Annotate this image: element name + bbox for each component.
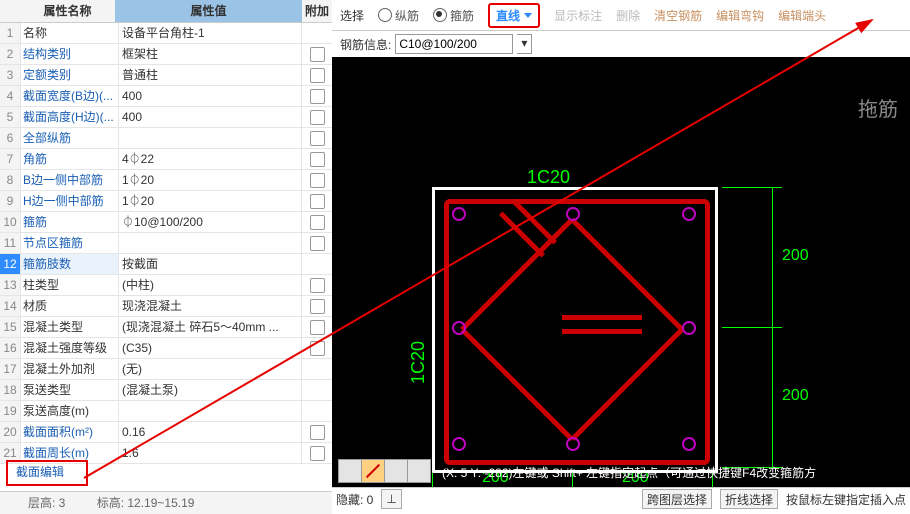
extra-checkbox[interactable]	[310, 131, 325, 146]
property-row[interactable]: 5截面高度(H边)(...400	[0, 107, 332, 128]
canvas-tool-strip	[338, 459, 430, 483]
extra-checkbox[interactable]	[310, 47, 325, 62]
left-footer: 层高: 3 标高: 12.19~15.19	[0, 491, 332, 514]
rebar-label-left: 1C20	[408, 341, 429, 384]
extra-checkbox[interactable]	[310, 278, 325, 293]
property-row[interactable]: 13柱类型(中柱)	[0, 275, 332, 296]
tool-4[interactable]	[407, 459, 431, 483]
section-edit-highlight	[6, 460, 88, 486]
extra-checkbox[interactable]	[310, 341, 325, 356]
rebar-toolbar: 选择 纵筋 箍筋 直线 显示标注 删除 清空钢筋 编辑弯钩 编辑端头	[332, 0, 910, 31]
extra-checkbox[interactable]	[310, 68, 325, 83]
property-row[interactable]: 3定额类别普通柱	[0, 65, 332, 86]
select-label[interactable]: 选择	[340, 7, 364, 24]
extra-checkbox[interactable]	[310, 446, 325, 461]
extra-checkbox[interactable]	[310, 320, 325, 335]
extra-checkbox[interactable]	[310, 89, 325, 104]
property-row[interactable]: 11节点区箍筋	[0, 233, 332, 254]
property-row[interactable]: 9H边一侧中部筋1⏀20	[0, 191, 332, 212]
rebar-info-input[interactable]	[395, 34, 513, 54]
diamond-tie	[462, 217, 682, 437]
layer-select-button[interactable]: 跨图层选择	[642, 489, 712, 509]
property-row[interactable]: 12箍筋肢数按截面	[0, 254, 332, 275]
extra-checkbox[interactable]	[310, 236, 325, 251]
dim-right-1: 200	[782, 247, 809, 265]
gujin-radio[interactable]: 箍筋	[433, 7, 474, 24]
floor-label: 层高: 3	[28, 496, 65, 510]
extra-checkbox[interactable]	[310, 215, 325, 230]
extra-checkbox[interactable]	[310, 173, 325, 188]
dim-right-2: 200	[782, 387, 809, 405]
rebar-info-bar: 钢筋信息: ▾	[332, 31, 910, 57]
edit-end-button[interactable]: 编辑端头	[778, 7, 826, 24]
tool-2[interactable]	[361, 459, 385, 483]
property-row[interactable]: 14材质现浇混凝土	[0, 296, 332, 317]
extra-checkbox[interactable]	[310, 299, 325, 314]
section-canvas[interactable]: 拖筋 1C20 1C20 200 200 200 200	[332, 57, 910, 487]
property-row[interactable]: 20截面面积(m²)0.16	[0, 422, 332, 443]
hidden-count: 隐藏: 0	[336, 491, 373, 508]
poly-select-button[interactable]: 折线选择	[720, 489, 778, 509]
property-row[interactable]: 1名称设备平台角柱-1	[0, 23, 332, 44]
property-row[interactable]: 6全部纵筋	[0, 128, 332, 149]
line-dropdown-button[interactable]: 直线	[488, 3, 540, 28]
extra-checkbox[interactable]	[310, 110, 325, 125]
showlabel-button[interactable]: 显示标注	[554, 7, 602, 24]
property-row[interactable]: 19泵送高度(m)	[0, 401, 332, 422]
col-value: 属性值	[115, 0, 302, 22]
property-row[interactable]: 8B边一侧中部筋1⏀20	[0, 170, 332, 191]
zongjin-radio[interactable]: 纵筋	[378, 7, 419, 24]
delete-button[interactable]: 删除	[616, 7, 640, 24]
property-row[interactable]: 16混凝土强度等级(C35)	[0, 338, 332, 359]
property-row[interactable]: 7角筋4⏀22	[0, 149, 332, 170]
property-row[interactable]: 15混凝土类型(现浇混凝土 碎石5～40mm ...	[0, 317, 332, 338]
col-extra: 附加	[302, 0, 332, 22]
drawing-panel: 选择 纵筋 箍筋 直线 显示标注 删除 清空钢筋 编辑弯钩 编辑端头 钢筋信息:…	[332, 0, 910, 514]
clear-rebar-button[interactable]: 清空钢筋	[654, 7, 702, 24]
chevron-down-icon	[524, 13, 532, 18]
property-row[interactable]: 10箍筋⏀10@100/200	[0, 212, 332, 233]
status-bar: 隐藏: 0 ⊥ 跨图层选择 折线选择 按鼠标左键指定插入点	[332, 487, 910, 510]
tool-1[interactable]	[338, 459, 362, 483]
col-name: 属性名称	[20, 0, 115, 22]
rebar-info-label: 钢筋信息:	[340, 36, 391, 53]
coord-hint: (X: 5 Y: -282)左键或 Shift+ 左键指定起点（可通过快捷键F4…	[442, 464, 816, 481]
extra-checkbox[interactable]	[310, 425, 325, 440]
mouse-hint: 按鼠标左键指定插入点	[786, 491, 906, 508]
property-panel: 属性名称 属性值 附加 1名称设备平台角柱-12结构类别框架柱3定额类别普通柱4…	[0, 0, 333, 514]
property-header: 属性名称 属性值 附加	[0, 0, 332, 23]
property-row[interactable]: 17混凝土外加剂(无)	[0, 359, 332, 380]
rebar-label-top: 1C20	[527, 167, 570, 188]
tool-3[interactable]	[384, 459, 408, 483]
toujin-label: 拖筋	[858, 93, 898, 122]
edit-hook-button[interactable]: 编辑弯钩	[716, 7, 764, 24]
rebar-info-dropdown[interactable]: ▾	[517, 34, 532, 54]
ortho-button[interactable]: ⊥	[381, 489, 401, 509]
extra-checkbox[interactable]	[310, 152, 325, 167]
property-row[interactable]: 18泵送类型(混凝土泵)	[0, 380, 332, 401]
elev-label: 标高: 12.19~15.19	[97, 496, 195, 510]
property-row[interactable]: 4截面宽度(B边)(...400	[0, 86, 332, 107]
extra-checkbox[interactable]	[310, 194, 325, 209]
property-row[interactable]: 2结构类别框架柱	[0, 44, 332, 65]
